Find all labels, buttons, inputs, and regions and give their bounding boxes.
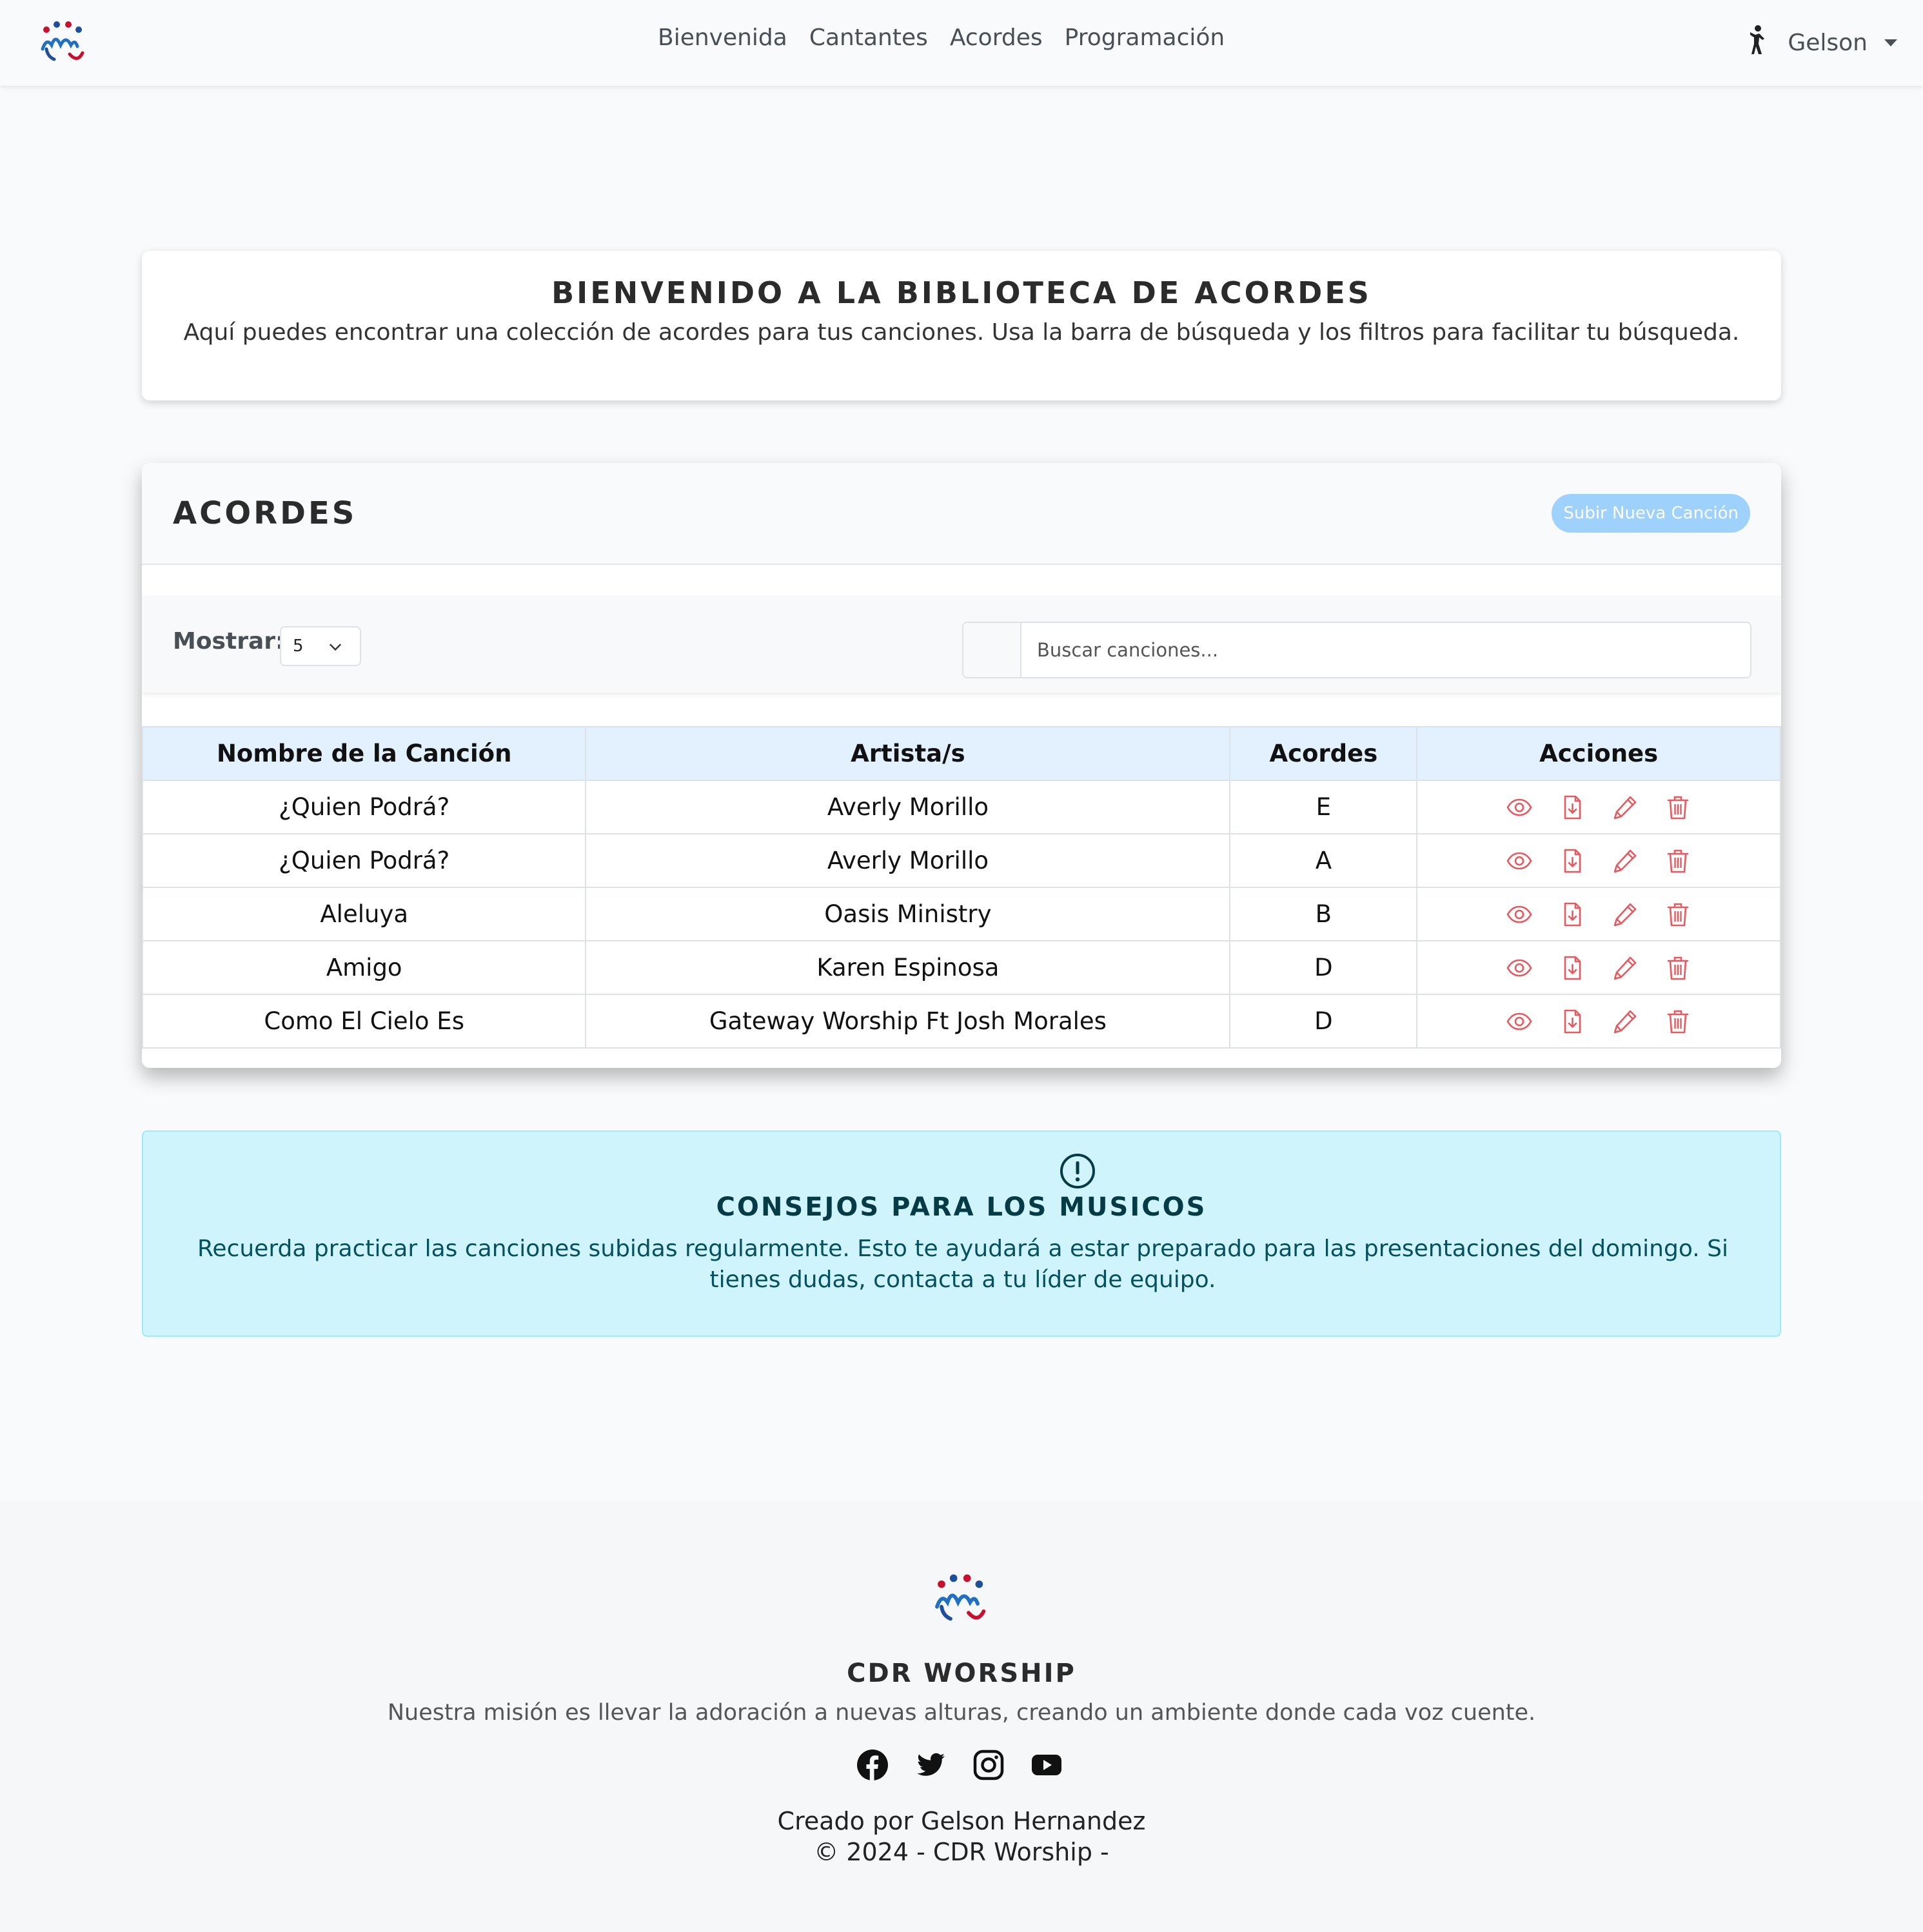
cdr-footer-logo	[935, 1574, 986, 1621]
artist-cell: Oasis Ministry	[585, 887, 1231, 941]
eye-icon[interactable]	[1506, 847, 1533, 874]
chord-cell: D	[1229, 940, 1418, 995]
youtube-icon[interactable]	[1031, 1749, 1063, 1781]
table-controls: Mostrar: 5	[142, 596, 1781, 693]
song-name-cell: Como El Cielo Es	[142, 994, 587, 1049]
chord-cell: B	[1229, 887, 1418, 941]
table-row: Como El Cielo Es Gateway Worship Ft Josh …	[142, 994, 1781, 1049]
exclamation-circle-icon	[1060, 1154, 1095, 1188]
show-entries-value: 5	[293, 636, 304, 656]
song-name-cell: ¿Quien Podrá?	[142, 833, 587, 888]
search-group	[962, 622, 1751, 678]
file-download-icon[interactable]	[1559, 794, 1586, 821]
trash-icon[interactable]	[1664, 954, 1691, 981]
navbar: Bienvenida Cantantes Acordes Programació…	[0, 0, 1923, 86]
table-row: ¿Quien Podrá? Averly Morillo A	[142, 833, 1781, 888]
cdr-logo[interactable]	[37, 19, 86, 66]
social-links	[856, 1749, 1063, 1781]
footer-title: CDR WORSHIP	[847, 1659, 1076, 1688]
pencil-icon[interactable]	[1612, 901, 1639, 928]
welcome-title: BIENVENIDO A LA BIBLIOTECA DE ACORDES	[551, 275, 1372, 310]
pencil-icon[interactable]	[1612, 1008, 1639, 1035]
song-name-cell: Amigo	[142, 940, 587, 995]
artist-cell: Averly Morillo	[585, 780, 1231, 834]
row-actions	[1417, 794, 1780, 821]
artist-cell: Averly Morillo	[585, 833, 1231, 888]
column-header-artist[interactable]: Artista/s	[585, 726, 1231, 781]
eye-icon[interactable]	[1506, 901, 1533, 928]
nav-links: Bienvenida Cantantes Acordes Programació…	[658, 25, 1225, 51]
footer-credit: Creado por Gelson Hernandez	[777, 1807, 1146, 1835]
caret-down-icon	[1884, 39, 1897, 46]
trash-icon[interactable]	[1664, 901, 1691, 928]
chords-title: ACORDES	[173, 495, 357, 531]
file-download-icon[interactable]	[1559, 901, 1586, 928]
eye-icon[interactable]	[1506, 1008, 1533, 1035]
column-header-actions: Acciones	[1416, 726, 1781, 781]
chord-cell: E	[1229, 780, 1418, 834]
table-row: Amigo Karen Espinosa D	[142, 940, 1781, 995]
nav-link-cantantes[interactable]: Cantantes	[809, 25, 928, 51]
song-name-cell: Aleluya	[142, 887, 587, 941]
row-actions	[1417, 847, 1780, 874]
instagram-icon[interactable]	[972, 1749, 1005, 1781]
welcome-text: Aquí puedes encontrar una colección de a…	[183, 319, 1740, 346]
pencil-icon[interactable]	[1612, 847, 1639, 874]
file-download-icon[interactable]	[1559, 1008, 1586, 1035]
eye-icon[interactable]	[1506, 794, 1533, 821]
welcome-card: BIENVENIDO A LA BIBLIOTECA DE ACORDES Aq…	[142, 251, 1781, 400]
user-name: Gelson	[1788, 30, 1868, 56]
chord-cell: A	[1229, 833, 1418, 888]
nav-link-acordes[interactable]: Acordes	[950, 25, 1043, 51]
nav-link-bienvenida[interactable]: Bienvenida	[658, 25, 787, 51]
show-entries-select[interactable]: 5	[280, 626, 361, 666]
tips-title: CONSEJOS PARA LOS MUSICOS	[716, 1192, 1207, 1222]
artist-cell: Gateway Worship Ft Josh Morales	[585, 994, 1231, 1049]
person-icon	[1750, 25, 1765, 54]
file-download-icon[interactable]	[1559, 847, 1586, 874]
footer-mission: Nuestra misión es llevar la adoración a …	[387, 1700, 1536, 1726]
table-row: ¿Quien Podrá? Averly Morillo E	[142, 780, 1781, 834]
eye-icon[interactable]	[1506, 954, 1533, 981]
show-entries-label: Mostrar:	[173, 628, 285, 655]
actions-cell	[1416, 780, 1781, 834]
nav-link-programacion[interactable]: Programación	[1065, 25, 1225, 51]
song-name-cell: ¿Quien Podrá?	[142, 780, 587, 834]
column-header-name[interactable]: Nombre de la Canción	[142, 726, 587, 781]
table-header-row: Nombre de la Canción Artista/s Acordes A…	[142, 726, 1781, 781]
footer-copyright: © 2024 - CDR Worship -	[814, 1838, 1109, 1866]
chords-header: ACORDES Subir Nueva Canción	[142, 463, 1781, 565]
row-actions	[1417, 954, 1780, 981]
chords-card: ACORDES Subir Nueva Canción Mostrar: 5 N…	[142, 463, 1781, 1068]
pencil-icon[interactable]	[1612, 794, 1639, 821]
songs-table: Nombre de la Canción Artista/s Acordes A…	[142, 726, 1781, 1049]
actions-cell	[1416, 940, 1781, 995]
artist-cell: Karen Espinosa	[585, 940, 1231, 995]
footer: CDR WORSHIP Nuestra misión es llevar la …	[0, 1501, 1923, 1932]
tips-text: Recuerda practicar las canciones subidas…	[197, 1236, 1728, 1293]
facebook-icon[interactable]	[856, 1749, 889, 1781]
tips-alert: CONSEJOS PARA LOS MUSICOS Recuerda pract…	[142, 1130, 1781, 1337]
row-actions	[1417, 1008, 1780, 1035]
column-header-chords[interactable]: Acordes	[1229, 726, 1418, 781]
upload-song-button[interactable]: Subir Nueva Canción	[1552, 494, 1750, 533]
row-actions	[1417, 901, 1780, 928]
table-row: Aleluya Oasis Ministry B	[142, 887, 1781, 941]
chord-cell: D	[1229, 994, 1418, 1049]
search-addon	[963, 623, 1021, 677]
trash-icon[interactable]	[1664, 847, 1691, 874]
chevron-down-icon	[329, 638, 342, 651]
pencil-icon[interactable]	[1612, 954, 1639, 981]
trash-icon[interactable]	[1664, 1008, 1691, 1035]
file-download-icon[interactable]	[1559, 954, 1586, 981]
actions-cell	[1416, 833, 1781, 888]
actions-cell	[1416, 994, 1781, 1049]
user-menu-dropdown[interactable]: Gelson	[1745, 23, 1897, 56]
twitter-icon[interactable]	[914, 1749, 947, 1781]
actions-cell	[1416, 887, 1781, 941]
trash-icon[interactable]	[1664, 794, 1691, 821]
search-input[interactable]	[1021, 623, 1750, 677]
